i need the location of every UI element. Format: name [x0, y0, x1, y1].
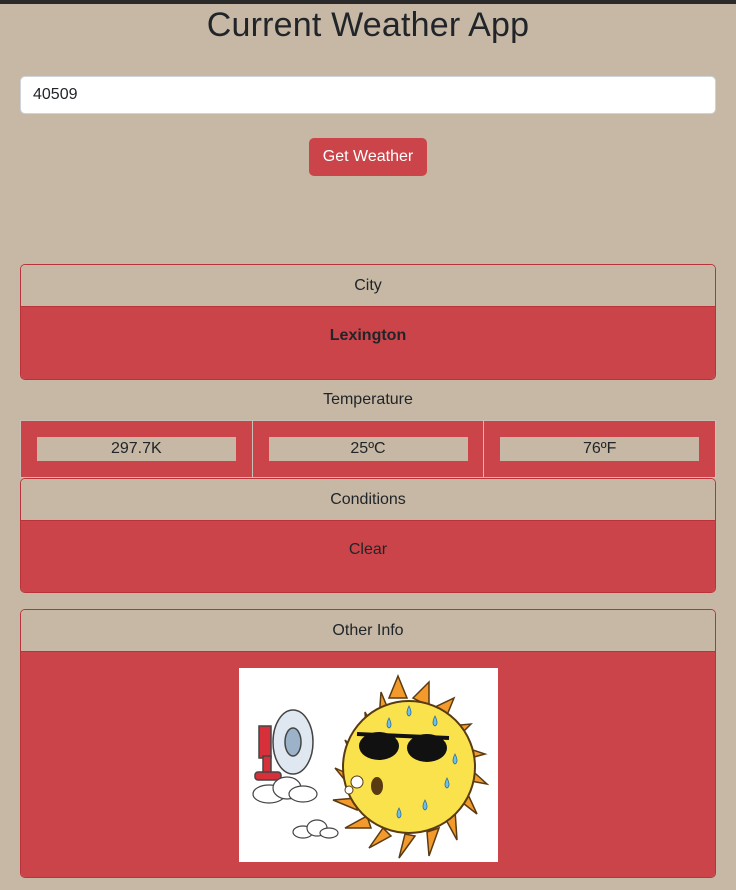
get-weather-button[interactable]: Get Weather: [309, 138, 427, 176]
conditions-header: Conditions: [21, 479, 715, 521]
city-card: City Lexington: [20, 264, 716, 380]
city-value: Lexington: [21, 307, 715, 379]
fan-icon: [254, 709, 314, 781]
sun-mouth: [371, 777, 383, 795]
temperature-cell-celsius: 25ºC: [253, 421, 485, 477]
conditions-value: Clear: [21, 521, 715, 592]
temperature-cell-kelvin: 297.7K: [21, 421, 253, 477]
other-info-card: Other Info: [20, 609, 716, 878]
top-border: [0, 0, 736, 4]
hot-sun-fan-image: [239, 668, 498, 862]
other-info-header: Other Info: [21, 610, 715, 652]
cloud-icon: [252, 776, 339, 839]
page-title: Current Weather App: [206, 6, 530, 44]
temperature-cell-fahrenheit: 76ºF: [484, 421, 715, 477]
temperature-celsius: 25ºC: [268, 437, 468, 461]
city-header: City: [21, 265, 715, 307]
sun-fan-illustration-icon: [252, 674, 490, 859]
temperature-kelvin: 297.7K: [36, 437, 236, 461]
conditions-card: Conditions Clear: [20, 478, 716, 593]
zip-input[interactable]: [20, 76, 716, 114]
other-info-body: [21, 652, 715, 877]
temperature-row: 297.7K 25ºC 76ºF: [20, 420, 716, 478]
temperature-label: Temperature: [323, 391, 413, 408]
sun-face: [342, 700, 476, 834]
temperature-fahrenheit: 76ºF: [500, 437, 700, 461]
